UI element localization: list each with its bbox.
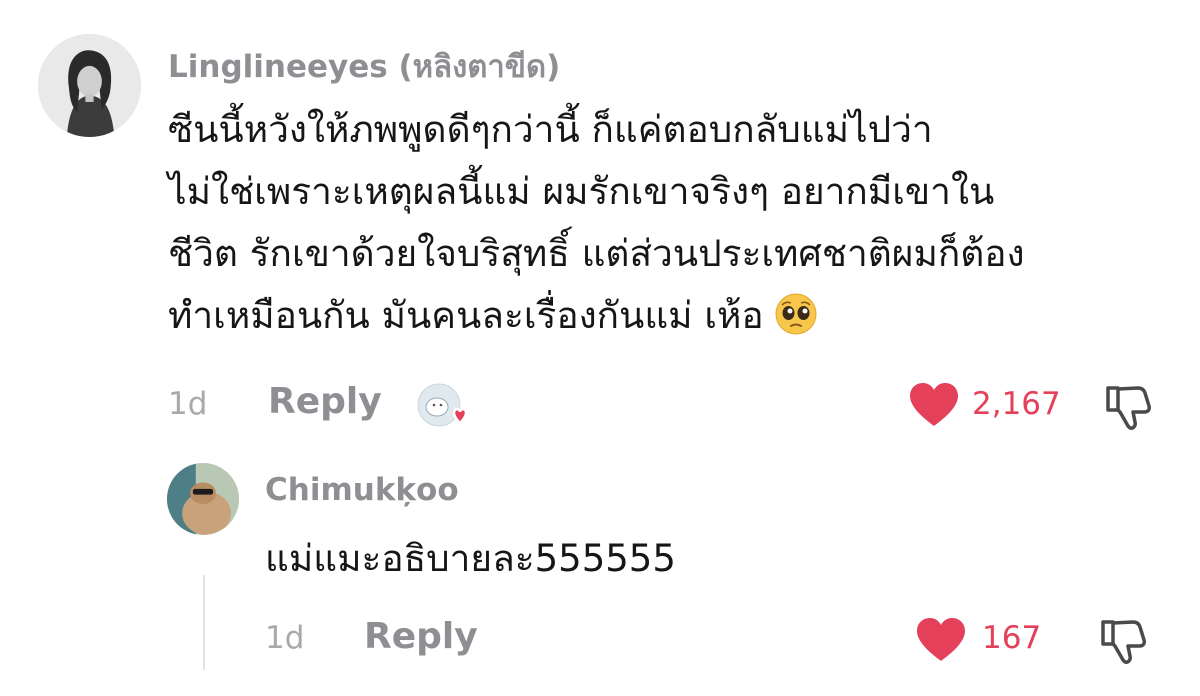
comment-text-line: ชีวิต รักเขาด้วยใจบริสุทธิ์ แต่ส่วนประเท… bbox=[168, 232, 1025, 275]
comment-text-line: ไม่ใช่เพราะเหตุผลนี้แม่ ผมรักเขาจริงๆ อย… bbox=[168, 170, 995, 213]
thread-line bbox=[203, 575, 205, 670]
reply-avatar[interactable] bbox=[167, 463, 239, 535]
like-heart-icon[interactable] bbox=[915, 617, 967, 663]
avatar-image bbox=[38, 34, 141, 137]
avatar-image bbox=[167, 463, 239, 535]
like-count: 167 bbox=[982, 620, 1042, 656]
comment-timestamp: 1d bbox=[168, 386, 208, 422]
reply-username[interactable]: Chimukķoo bbox=[265, 472, 459, 508]
like-heart-icon[interactable] bbox=[908, 382, 960, 428]
thumbs-down-icon[interactable] bbox=[1102, 380, 1154, 432]
comment-text-line: ซีนนี้หวังให้ภพพูดดีๆกว่านี้ ก็แค่ตอบกลั… bbox=[168, 108, 933, 151]
reply-button[interactable]: Reply bbox=[268, 381, 382, 422]
comment-text-line: ทำเหมือนกัน มันคนละเรื่องกันแม่ เห้อ bbox=[168, 285, 1025, 347]
creator-liked-badge-icon bbox=[417, 383, 468, 427]
reply-text: แม่แมะอธิบายละ555555 bbox=[265, 537, 676, 580]
pleading-face-emoji bbox=[775, 293, 817, 335]
avatar[interactable] bbox=[38, 34, 141, 137]
thumbs-down-icon[interactable] bbox=[1097, 614, 1149, 666]
reply-button[interactable]: Reply bbox=[364, 616, 478, 657]
reply-timestamp: 1d bbox=[265, 620, 305, 656]
comment-text: ซีนนี้หวังให้ภพพูดดีๆกว่านี้ ก็แค่ตอบกลั… bbox=[168, 99, 1025, 347]
like-count: 2,167 bbox=[972, 386, 1061, 422]
comment-username[interactable]: Linglineeyes (หลิงตาขีด) bbox=[168, 41, 560, 91]
